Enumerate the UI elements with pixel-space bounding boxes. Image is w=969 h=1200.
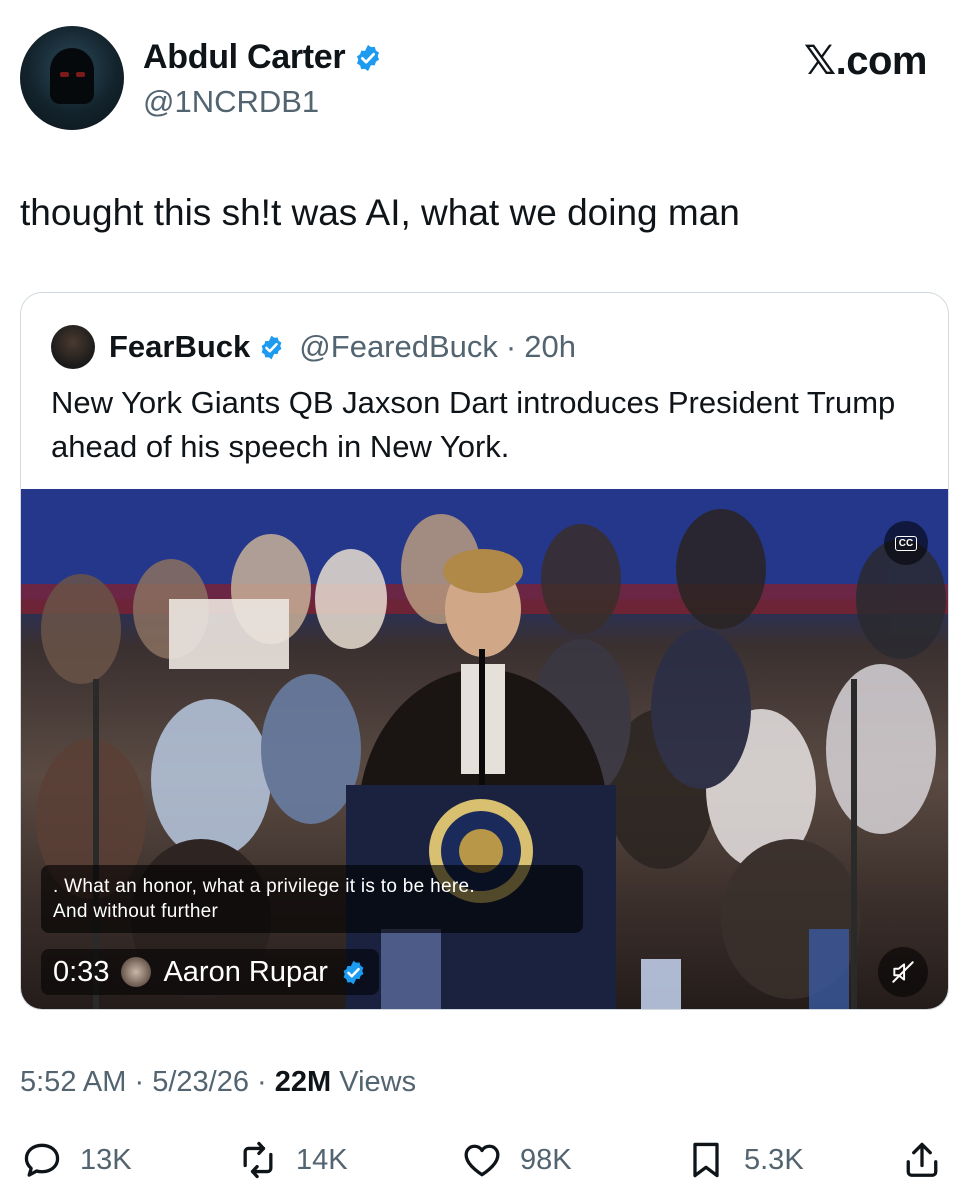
mute-toggle-button[interactable] — [878, 947, 928, 997]
quote-author-handle[interactable]: @FearedBuck — [299, 329, 498, 365]
views-label: Views — [339, 1066, 417, 1098]
meta-separator-1: · — [134, 1066, 145, 1098]
video-info-bar: 0:33 Aaron Rupar — [41, 949, 379, 995]
cc-label: CC — [894, 535, 918, 551]
video-source-name[interactable]: Aaron Rupar — [163, 956, 327, 989]
reply-button[interactable]: 13K — [20, 1130, 132, 1190]
quote-verified-badge-icon — [261, 335, 282, 359]
tweet-header: Abdul Carter @1NCRDB1 𝕏.com — [0, 0, 969, 150]
bookmark-count: 5.3K — [744, 1143, 804, 1176]
like-button[interactable]: 98K — [460, 1130, 572, 1190]
author-display-name[interactable]: Abdul Carter — [143, 38, 346, 77]
video-source-verified-icon — [343, 960, 364, 984]
quote-author-avatar[interactable] — [51, 325, 95, 369]
quote-header: FearBuck @FearedBuck · 20h — [51, 323, 576, 371]
caption-line-1: . What an honor, what a privilege it is … — [53, 876, 475, 897]
bookmark-button[interactable]: 5.3K — [684, 1130, 804, 1190]
heart-icon — [464, 1144, 500, 1177]
tweet-date[interactable]: 5/23/26 — [152, 1066, 249, 1098]
quote-age[interactable]: 20h — [524, 329, 576, 365]
views-count: 22M — [274, 1066, 332, 1098]
video-caption: . What an honor, what a privilege it is … — [41, 865, 583, 933]
verified-badge-icon — [357, 44, 380, 71]
quote-meta-separator: · — [505, 329, 517, 364]
author-handle[interactable]: @1NCRDB1 — [143, 84, 319, 120]
tweet-time[interactable]: 5:52 AM — [20, 1066, 126, 1098]
like-count: 98K — [520, 1143, 572, 1176]
caption-line-2: And without further — [53, 901, 219, 922]
tweet-text: thought this sh!t was AI, what we doing … — [20, 192, 740, 233]
video-source-avatar[interactable] — [121, 957, 152, 987]
bookmark-icon — [693, 1142, 719, 1178]
author-avatar[interactable] — [20, 26, 124, 130]
repost-icon — [243, 1141, 273, 1179]
quote-text: New York Giants QB Jaxson Dart introduce… — [51, 385, 896, 464]
quoted-tweet-card[interactable]: FearBuck @FearedBuck · 20h New York Gian… — [20, 292, 949, 1010]
action-bar: 13K 14K 98K 5.3K — [0, 1130, 969, 1190]
x-com-logo: 𝕏.com — [803, 39, 928, 83]
share-icon — [906, 1142, 938, 1177]
reply-count: 13K — [80, 1143, 132, 1176]
share-button[interactable] — [900, 1130, 944, 1190]
author-name-row[interactable]: Abdul Carter — [143, 38, 383, 77]
quote-author-name[interactable]: FearBuck — [109, 329, 250, 365]
avatar-eye-right — [76, 72, 85, 77]
closed-captions-button[interactable]: CC — [884, 521, 928, 565]
speaker-muted-icon — [892, 961, 914, 983]
avatar-helmet-shape — [50, 48, 94, 104]
repost-button[interactable]: 14K — [236, 1130, 348, 1190]
video-player[interactable]: CC . What an honor, what a privilege it … — [21, 489, 948, 1009]
repost-count: 14K — [296, 1143, 348, 1176]
meta-separator-2: · — [257, 1066, 267, 1098]
reply-icon — [24, 1143, 60, 1177]
avatar-eye-left — [60, 72, 69, 77]
video-duration: 0:33 — [53, 955, 110, 988]
tweet-meta: 5:52 AM · 5/23/26 · 22M Views — [20, 1066, 416, 1099]
